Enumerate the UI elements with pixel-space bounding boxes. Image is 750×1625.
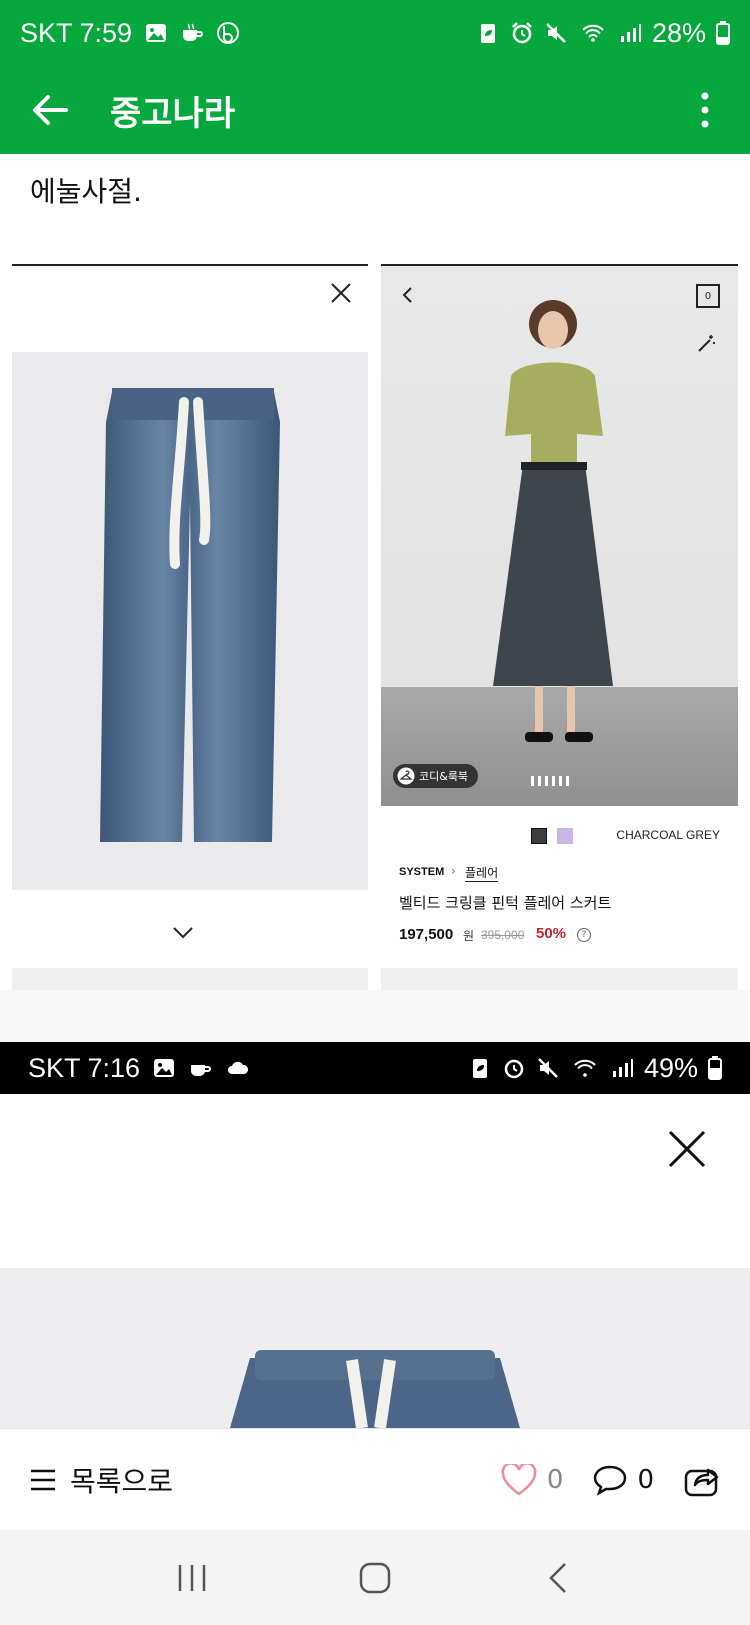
top-bar: SKT 7:59 28% 중고나라 [0,0,750,154]
battery-icon [708,1056,722,1080]
more-menu-button[interactable] [660,66,750,154]
recent-apps-icon [178,1564,205,1591]
wifi-icon [574,1059,596,1077]
heart-icon [501,1463,537,1496]
signal-icon [612,1059,633,1077]
magic-wand-icon[interactable] [696,334,716,354]
gallery-icon [154,1059,175,1077]
battery-saver-icon [472,1059,487,1078]
close-icon[interactable] [668,1130,706,1168]
left-screenshot[interactable] [12,264,368,990]
alarm-icon [512,22,532,44]
right-screenshot[interactable]: 0 코디&룩북 CHARCOAL GREY SYSTEM › 플레어 벨티드 크… [381,264,738,990]
gallery-icon [146,24,167,42]
wifi-icon [582,24,604,42]
back-to-list-button[interactable]: 목록으로 [30,1460,173,1500]
mute-icon [546,23,566,43]
comment-count: 0 [637,1464,654,1495]
color-name: CHARCOAL GREY [616,828,720,842]
comment-icon [594,1465,627,1496]
status-bar-2: SKT 7:16 49% [0,1042,750,1094]
category-link[interactable]: 플레어 [465,864,499,882]
separator [0,990,750,1042]
info-icon[interactable]: ? [577,928,591,942]
back-to-list-label: 목록으로 [70,1464,174,1498]
arrow-left-icon [33,95,68,125]
battery-icon [716,21,730,45]
status-bar: SKT 7:59 28% [0,0,750,66]
home-button[interactable] [335,1548,415,1608]
alarm-icon [504,1059,524,1079]
battery-saver-icon [480,24,495,43]
signal-icon [620,24,641,42]
comment-button[interactable]: 0 [593,1464,654,1496]
back-nav-button[interactable] [518,1548,598,1608]
sale-price: 197,500 [399,926,454,943]
battery-percent: 28% [651,17,706,48]
carrier-time: SKT 7:59 [20,17,133,48]
color-swatch-lavender[interactable] [557,828,573,844]
carrier-time-2: SKT 7:16 [28,1052,141,1083]
b-app-icon [217,22,240,44]
brand-name[interactable]: SYSTEM [399,866,444,878]
hanger-icon [397,767,415,785]
codi-lookbook-badge[interactable]: 코디&룩북 [393,764,479,788]
like-button[interactable]: 0 [501,1463,564,1496]
cart-count[interactable]: 0 [696,284,720,308]
chevron-down-icon[interactable] [172,926,194,940]
coffee-icon [191,1065,212,1076]
app-bar: 중고나라 [0,66,750,154]
discount-rate: 50% [536,925,567,942]
battery-percent-2: 49% [643,1052,698,1083]
cloud-icon [228,1061,249,1074]
codi-badge-label: 코디&룩북 [419,770,469,783]
price-unit: 원 [463,929,475,943]
list-menu-icon [31,1469,55,1490]
coffee-icon [183,23,204,41]
second-screenshot-header [0,1094,750,1268]
back-nav-icon [549,1562,567,1593]
back-button[interactable] [0,66,100,154]
close-icon [331,283,351,303]
android-nav-bar [0,1530,750,1625]
share-icon [684,1468,719,1496]
app-title: 중고나라 [110,93,236,134]
breadcrumb-separator: › [451,864,456,878]
more-vertical-icon [701,92,709,128]
post-text: 에눌사절. [30,175,142,208]
mute-icon [538,1058,558,1078]
share-button[interactable] [684,1463,720,1497]
recent-apps-button[interactable] [152,1548,232,1608]
chevron-left-icon[interactable] [401,286,413,304]
like-count: 0 [546,1464,564,1495]
nav-strip [12,968,368,990]
product-name: 벨티드 크링클 핀턱 플레어 스커트 [399,894,612,912]
bottom-action-bar: 목록으로 0 0 [0,1428,750,1530]
nav-strip [381,968,738,990]
second-screenshot-image [0,1268,750,1428]
color-swatch-charcoal[interactable] [531,828,547,844]
image-pager [531,776,569,786]
model-photo [381,266,738,806]
home-icon [359,1562,391,1593]
original-price: 395,000 [481,928,525,942]
jeans-image [12,352,368,890]
